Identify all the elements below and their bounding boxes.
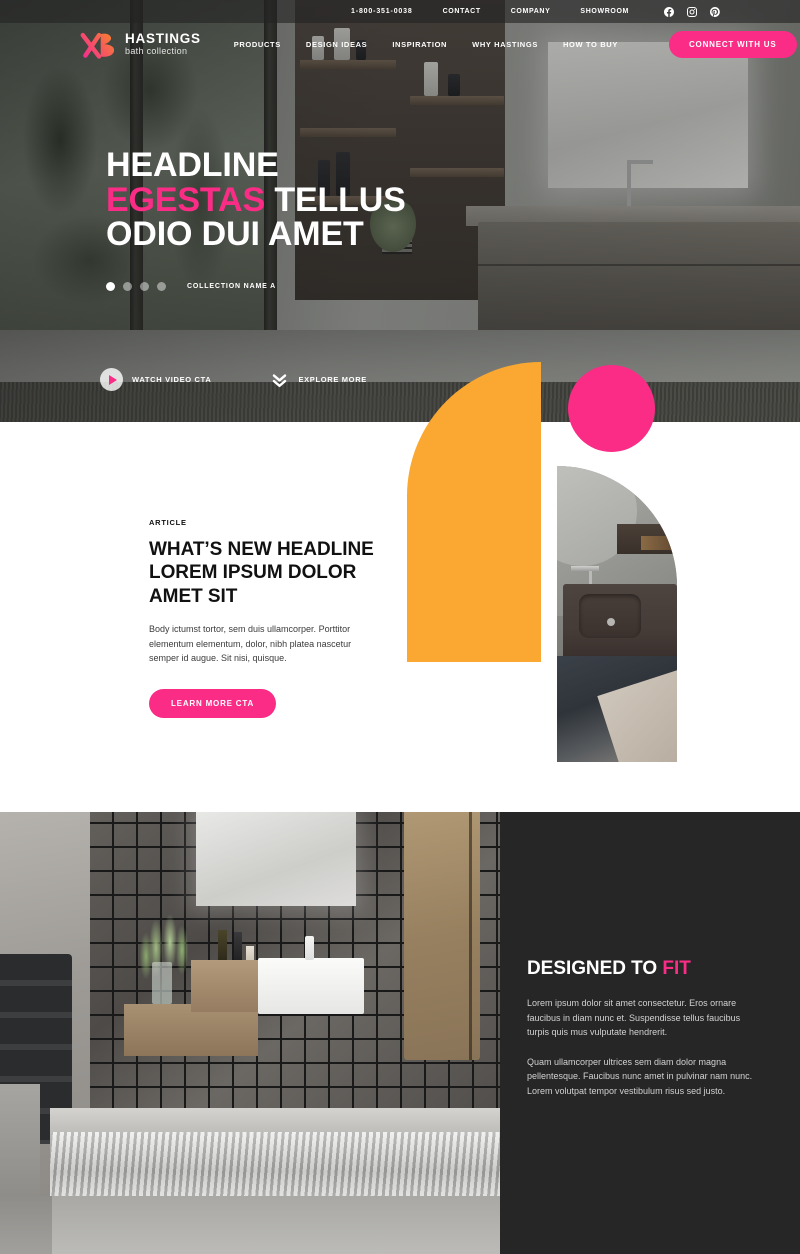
article-headline: WHAT’S NEW HEADLINE LOREM IPSUM DOLOR AM… <box>149 539 374 607</box>
nav-item-inspiration[interactable]: INSPIRATION <box>392 40 447 49</box>
hero-headline: HEADLINE EGESTAS TELLUS ODIO DUI AMET <box>106 148 406 252</box>
carousel-dot-3[interactable] <box>140 282 149 292</box>
topbar-link-contact[interactable]: CONTACT <box>443 8 481 15</box>
social-links <box>663 6 721 18</box>
watch-video-cta[interactable]: WATCH VIDEO CTA <box>100 368 211 391</box>
chevron-double-down-icon <box>270 370 289 389</box>
brand-tagline: bath collection <box>125 45 188 56</box>
learn-more-button[interactable]: LEARN MORE CTA <box>149 688 277 718</box>
pinterest-icon[interactable] <box>709 6 721 18</box>
collection-name-label: COLLECTION NAME A <box>187 283 277 291</box>
hastings-monogram-icon <box>80 30 118 59</box>
decorative-pink-circle <box>568 365 655 452</box>
watch-video-label: WATCH VIDEO CTA <box>132 375 212 384</box>
topbar-link-company[interactable]: COMPANY <box>511 8 551 15</box>
main-navigation: HASTINGS bath collection PRODUCTS DESIGN… <box>0 23 800 65</box>
fit-headline-accent: FIT <box>662 958 691 979</box>
hero-headline-line-3: ODIO DUI AMET <box>106 215 364 254</box>
nav-item-design-ideas[interactable]: DESIGN IDEAS <box>306 40 367 49</box>
nav-links: PRODUCTS DESIGN IDEAS INSPIRATION WHY HA… <box>234 40 618 49</box>
hero-headline-line-2-rest: TELLUS <box>265 180 406 219</box>
explore-more-label: EXPLORE MORE <box>298 375 367 384</box>
top-utility-bar: 1-800-351-0038 CONTACT COMPANY SHOWROOM <box>0 0 800 23</box>
hero-headline-accent: EGESTAS <box>106 180 266 219</box>
connect-with-us-button[interactable]: CONNECT WITH US <box>668 30 797 58</box>
designed-to-fit-section: DESIGNED TO FIT Lorem ipsum dolor sit am… <box>0 812 800 1254</box>
article-arch-photo <box>557 466 677 762</box>
hero-headline-line-1: HEADLINE <box>106 146 279 184</box>
nav-item-how-to-buy[interactable]: HOW TO BUY <box>563 40 618 49</box>
fit-paragraph-1: Lorem ipsum dolor sit amet consectetur. … <box>527 998 741 1038</box>
fit-copy: DESIGNED TO FIT Lorem ipsum dolor sit am… <box>527 958 762 1098</box>
nav-item-products[interactable]: PRODUCTS <box>234 40 281 49</box>
article-body-text: Body ictumst tortor, sem duis ullamcorpe… <box>149 624 352 664</box>
explore-more-cta[interactable]: EXPLORE MORE <box>270 370 367 389</box>
article-copy: ARTICLE WHAT’S NEW HEADLINE LOREM IPSUM … <box>149 518 381 718</box>
nav-item-why-hastings[interactable]: WHY HASTINGS <box>472 40 538 49</box>
facebook-icon[interactable] <box>663 6 675 18</box>
fit-headline-main: DESIGNED TO <box>527 958 663 979</box>
carousel-dot-4[interactable] <box>157 282 166 292</box>
brand-name: HASTINGS <box>125 31 201 47</box>
fit-headline: DESIGNED TO FIT <box>527 958 762 980</box>
carousel-dot-1[interactable] <box>106 282 115 292</box>
play-icon <box>100 368 123 391</box>
instagram-icon[interactable] <box>686 6 698 18</box>
topbar-link-showroom[interactable]: SHOWROOM <box>580 8 629 15</box>
article-eyebrow: ARTICLE <box>149 518 187 527</box>
brand-logo[interactable]: HASTINGS bath collection <box>80 30 201 59</box>
phone-link[interactable]: 1-800-351-0038 <box>351 8 413 15</box>
article-section: ARTICLE WHAT’S NEW HEADLINE LOREM IPSUM … <box>0 362 800 812</box>
fit-bathroom-photo <box>0 812 500 1254</box>
fit-paragraph-2: Quam ullamcorper ultrices sem diam dolor… <box>527 1056 753 1096</box>
hero-cta-row: WATCH VIDEO CTA EXPLORE MORE <box>100 368 367 391</box>
hero-content: HEADLINE EGESTAS TELLUS ODIO DUI AMET CO… <box>106 148 406 292</box>
hero-carousel-controls: COLLECTION NAME A <box>106 282 406 292</box>
carousel-dot-2[interactable] <box>123 282 132 292</box>
